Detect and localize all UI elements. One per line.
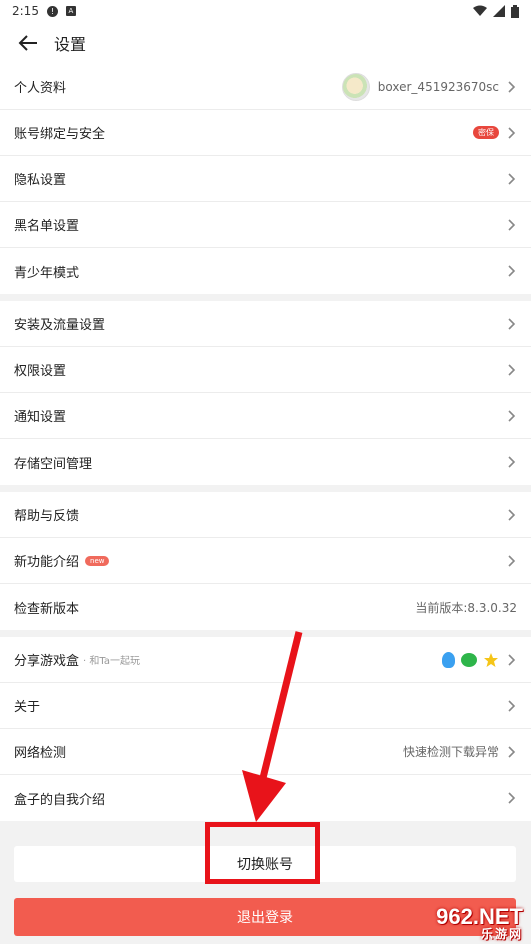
row-label: 网络检测: [14, 746, 67, 761]
row-check-update[interactable]: 检查新版本 当前版本:8.3.0.32: [0, 584, 531, 630]
watermark-logo: 962.NET 乐游网: [436, 904, 523, 941]
row-label: 青少年模式: [14, 265, 80, 281]
divider: [0, 485, 531, 492]
row-label: 个人资料: [14, 81, 67, 96]
row-account-security[interactable]: 账号绑定与安全 密保: [0, 110, 531, 156]
chevron-right-icon: [507, 172, 517, 186]
settings-group-about: 分享游戏盒 · 和Ta一起玩 关于 网络检测 快速检测下载异常 盒子的自我介绍: [0, 637, 531, 821]
avatar: [341, 72, 370, 101]
row-new-features[interactable]: 新功能介绍 new: [0, 538, 531, 584]
row-label: 隐私设置: [14, 173, 67, 188]
row-label: 盒子的自我介绍: [14, 792, 106, 808]
status-time: 2:15: [12, 4, 39, 18]
row-permissions[interactable]: 权限设置: [0, 347, 531, 393]
star-icon[interactable]: [483, 652, 499, 668]
watermark-brand: 962.NET: [436, 904, 523, 929]
row-label: 安装及流量设置: [14, 318, 106, 333]
row-label: 存储空间管理: [14, 456, 93, 472]
row-profile[interactable]: 个人资料 boxer_451923670sc: [0, 64, 531, 110]
row-share-gamebox[interactable]: 分享游戏盒 · 和Ta一起玩: [0, 637, 531, 683]
network-check-hint: 快速检测下载异常: [402, 745, 499, 759]
row-label: 帮助与反馈: [14, 509, 80, 524]
chevron-right-icon: [507, 455, 517, 469]
row-network-check[interactable]: 网络检测 快速检测下载异常: [0, 729, 531, 775]
version-text: 当前版本:8.3.0.32: [415, 600, 517, 615]
row-box-intro[interactable]: 盒子的自我介绍: [0, 775, 531, 821]
row-blacklist[interactable]: 黑名单设置: [0, 202, 531, 248]
row-label: 账号绑定与安全: [14, 127, 106, 142]
row-sublabel: · 和Ta一起玩: [83, 656, 140, 667]
a-icon: A: [65, 6, 76, 16]
username: boxer_451923670sc: [377, 79, 499, 94]
settings-group-device: 安装及流量设置 权限设置 通知设置 存储空间管理: [0, 301, 531, 485]
row-help-feedback[interactable]: 帮助与反馈: [0, 492, 531, 538]
chevron-right-icon: [507, 791, 517, 805]
row-notifications[interactable]: 通知设置: [0, 393, 531, 439]
settings-group-account: 个人资料 boxer_451923670sc 账号绑定与安全 密保 隐私设置 黑…: [0, 64, 531, 294]
back-arrow-icon[interactable]: [16, 31, 40, 55]
new-badge: new: [85, 555, 110, 566]
watermark-sub: 乐游网: [480, 927, 523, 941]
chevron-right-icon: [507, 653, 517, 667]
chevron-right-icon: [507, 745, 517, 759]
status-bar: 2:15 ! A: [0, 0, 531, 22]
chevron-right-icon: [507, 508, 517, 522]
chevron-right-icon: [507, 699, 517, 713]
row-install-traffic[interactable]: 安装及流量设置: [0, 301, 531, 347]
alert-icon: !: [46, 5, 58, 17]
top-bar: 设置: [0, 22, 531, 64]
divider: [0, 294, 531, 301]
row-label: 检查新版本: [14, 601, 80, 617]
security-badge: 密保: [473, 126, 499, 139]
chevron-right-icon: [507, 409, 517, 423]
row-label: 权限设置: [14, 364, 67, 379]
divider: [0, 630, 531, 637]
annotation-box: [205, 822, 320, 884]
chevron-right-icon: [507, 80, 517, 94]
row-label: 分享游戏盒: [14, 654, 80, 669]
row-label: 关于: [14, 700, 41, 715]
row-storage[interactable]: 存储空间管理: [0, 439, 531, 485]
wifi-icon: [473, 5, 487, 16]
row-label: 新功能介绍: [14, 555, 80, 570]
row-label: 通知设置: [14, 410, 67, 425]
wechat-icon[interactable]: [461, 652, 477, 667]
row-label: 黑名单设置: [14, 219, 80, 234]
chevron-right-icon: [507, 554, 517, 568]
qq-icon[interactable]: [442, 651, 455, 668]
signal-icon: [493, 5, 505, 17]
page-title: 设置: [54, 35, 87, 54]
battery-icon: [511, 4, 519, 18]
chevron-right-icon: [507, 264, 517, 278]
chevron-right-icon: [507, 218, 517, 232]
row-about[interactable]: 关于: [0, 683, 531, 729]
chevron-right-icon: [507, 363, 517, 377]
row-privacy[interactable]: 隐私设置: [0, 156, 531, 202]
settings-group-help: 帮助与反馈 新功能介绍 new 检查新版本 当前版本:8.3.0.32: [0, 492, 531, 630]
chevron-right-icon: [507, 317, 517, 331]
row-teen-mode[interactable]: 青少年模式: [0, 248, 531, 294]
chevron-right-icon: [507, 126, 517, 140]
